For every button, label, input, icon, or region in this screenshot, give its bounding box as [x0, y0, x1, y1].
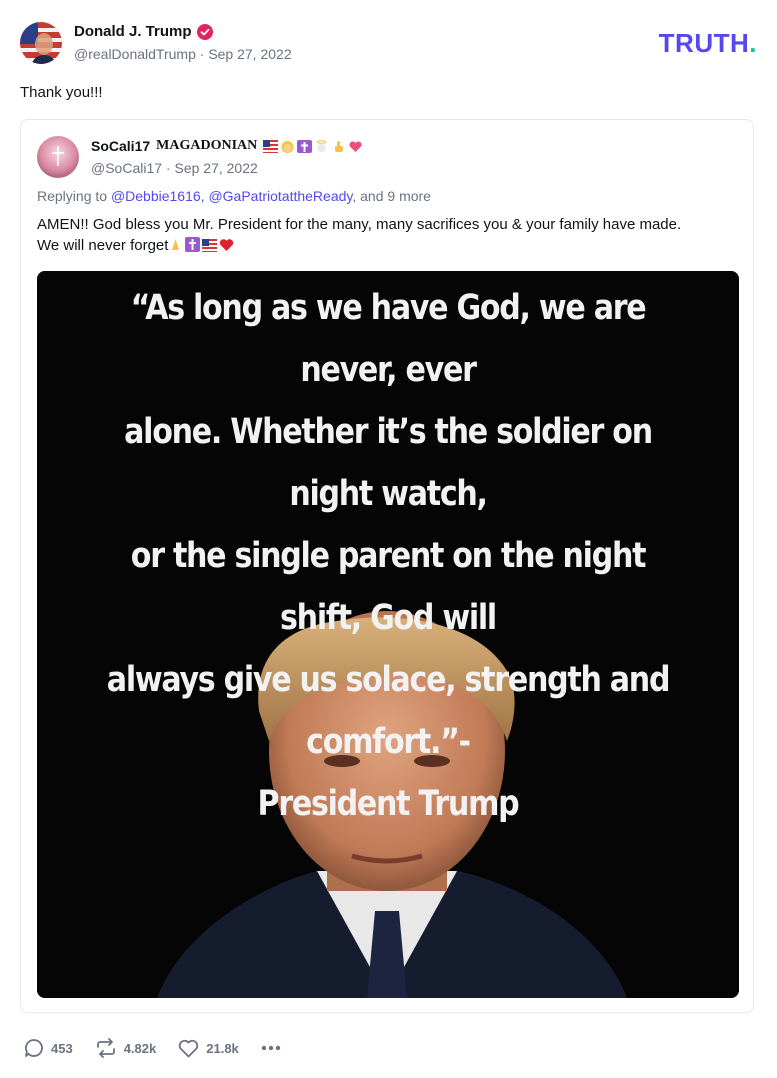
person-blonde-icon [280, 140, 295, 153]
angel-icon [314, 139, 329, 153]
sparkling-heart-icon [348, 140, 363, 153]
retruth-icon [95, 1038, 117, 1058]
author-handle[interactable]: @realDonaldTrump [74, 46, 196, 62]
quoted-text-line1: AMEN!! God bless you Mr. President for t… [37, 216, 682, 233]
truth-logo-dot: . [749, 28, 757, 58]
quoted-author-meta: @SoCali17 · Sep 27, 2022 [91, 160, 258, 176]
latin-cross-icon [297, 139, 313, 153]
quoted-author-handle[interactable]: @SoCali17 [91, 160, 162, 176]
reply-mentions[interactable]: @Debbie1616, @GaPatriotattheReady [111, 188, 352, 204]
retruth-button[interactable]: 4.82k [95, 1038, 157, 1058]
replying-prefix: Replying to [37, 188, 108, 204]
more-options-button[interactable] [261, 1045, 281, 1051]
latin-cross-icon [185, 237, 201, 252]
us-flag-icon [202, 237, 218, 252]
truth-post: Donald J. Trump @realDonaldTrump · Sep 2… [0, 0, 777, 1078]
author-avatar[interactable] [20, 22, 62, 64]
replying-to: Replying to @Debbie1616, @GaPatriotatthe… [37, 188, 431, 204]
image-quote-line: “As long as we have God, we are never, e… [130, 288, 647, 390]
us-flag-icon [263, 139, 279, 153]
post-text: Thank you!!! [20, 84, 103, 101]
reply-count: 453 [51, 1040, 73, 1056]
quoted-post-image[interactable]: “As long as we have God, we are never, e… [37, 271, 739, 998]
red-heart-icon [219, 237, 234, 251]
like-count: 21.8k [206, 1040, 239, 1056]
quoted-author-name-text: SoCali17 [91, 138, 151, 154]
quoted-post-date[interactable]: Sep 27, 2022 [174, 160, 257, 176]
reply-button[interactable]: 453 [24, 1038, 73, 1058]
image-quote-line: always give us solace, strength and comf… [106, 660, 671, 762]
post-actions: 453 4.82k 21.8k [24, 1036, 281, 1060]
quoted-author-name[interactable]: SoCali17 MAGADONIAN [91, 138, 363, 154]
reply-icon [24, 1038, 44, 1058]
truth-logo-text: TRUTH [658, 28, 750, 58]
pointing-finger-icon [331, 140, 346, 153]
truth-logo[interactable]: TRUTH. [659, 28, 757, 59]
author-name-text: Donald J. Trump [74, 23, 192, 40]
verified-badge-icon [196, 23, 213, 40]
replying-suffix[interactable]: , and 9 more [352, 188, 431, 204]
image-quote-line: alone. Whether it’s the soldier on night… [124, 412, 653, 514]
image-quote-text: “As long as we have God, we are never, e… [86, 277, 690, 835]
image-quote-line: or the single parent on the night shift,… [130, 536, 647, 638]
heart-icon [178, 1039, 199, 1058]
retruth-count: 4.82k [123, 1040, 157, 1056]
image-quote-attribution: President Trump [257, 784, 520, 824]
praying-hands-icon [168, 237, 183, 250]
name-emojis [263, 139, 363, 153]
quoted-post-card[interactable]: SoCali17 MAGADONIAN @SoCali17 · Sep 27, … [20, 119, 754, 1013]
more-dots-icon [261, 1045, 281, 1051]
post-date[interactable]: Sep 27, 2022 [208, 46, 291, 62]
author-meta: @realDonaldTrump · Sep 27, 2022 [74, 46, 292, 62]
quoted-text-line2: We will never forget [37, 237, 169, 254]
quoted-author-suffix: MAGADONIAN [156, 138, 258, 153]
quoted-post-text: AMEN!! God bless you Mr. President for t… [37, 214, 737, 256]
author-name[interactable]: Donald J. Trump [74, 23, 213, 40]
quoted-author-avatar[interactable] [37, 136, 79, 178]
like-button[interactable]: 21.8k [178, 1039, 239, 1058]
body-emojis [168, 237, 234, 252]
